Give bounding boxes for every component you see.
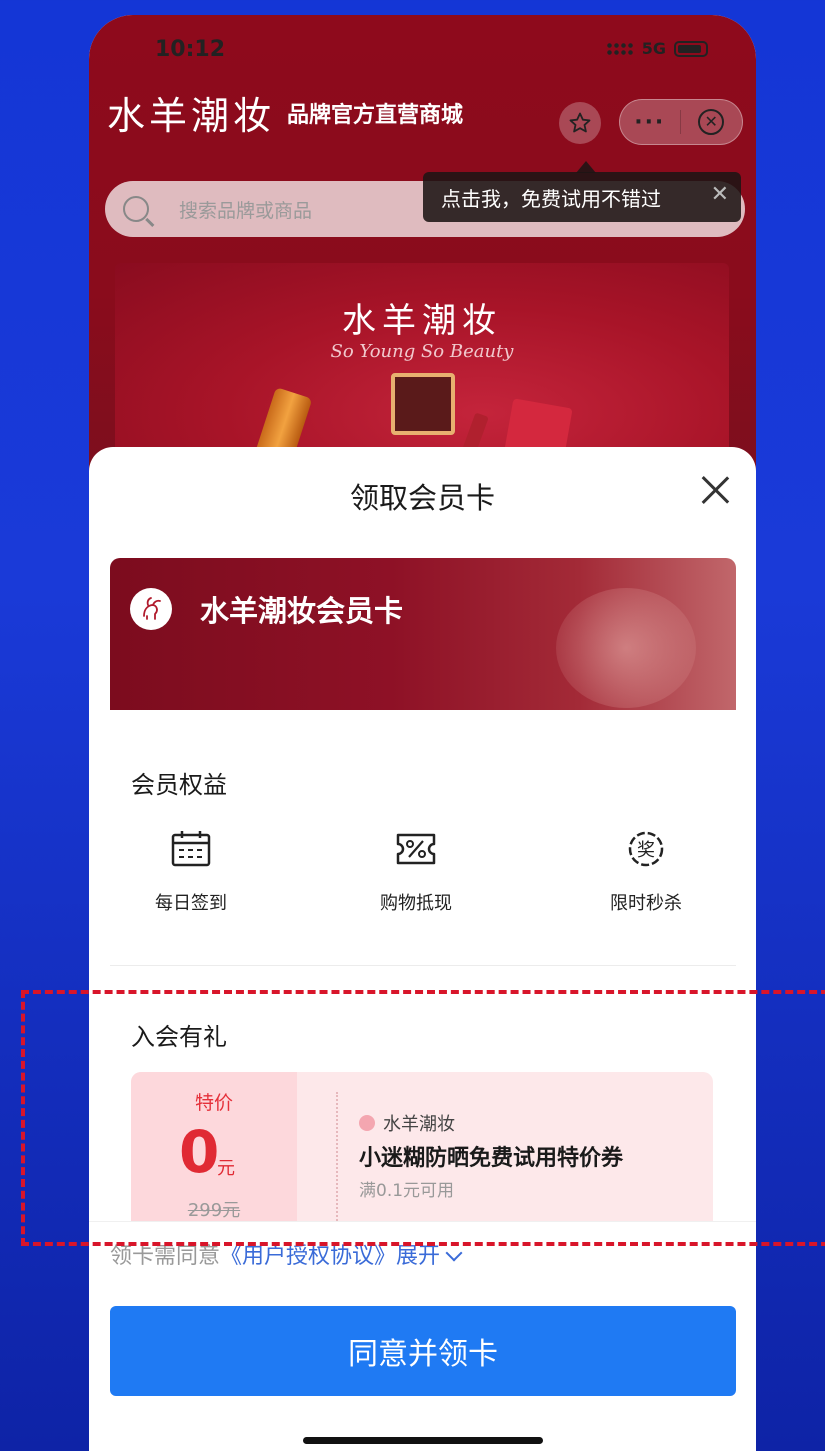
search-icon [123,196,149,222]
agreement-text: 领卡需同意《用户授权协议》展开 [110,1238,463,1270]
sheet-title: 领取会员卡 [349,481,495,515]
coupon-price-unit: 元 [217,1158,235,1179]
coupon-condition: 满0.1元可用 [359,1181,455,1201]
brand-logo: 水羊潮妆 [107,94,276,138]
coupon-original-price: 299元 [187,1200,241,1221]
favorite-button[interactable] [559,102,601,144]
coupon-title: 小迷糊防晒免费试用特价券 [359,1146,624,1171]
coupon-price: 0 [179,1118,220,1186]
brand-avatar-icon [130,588,172,630]
mini-program-capsule: ··· ✕ [619,99,743,145]
chevron-down-icon[interactable] [445,1244,463,1262]
discount-icon [396,833,436,865]
benefit-label: 每日签到 [155,893,227,914]
coupon-brand: 水羊潮妆 [359,1110,455,1136]
banner-title: 水羊潮妆 [342,301,502,341]
benefit-daily-checkin[interactable]: 每日签到 [131,829,251,915]
product-box-image [391,373,455,435]
network-label: 5G [641,39,666,58]
gift-section-title: 入会有礼 [131,1023,227,1051]
coupon-card[interactable]: 特价 0 元 299元 水羊潮妆 小迷糊防晒免费试用特价券 满0.1元可用 [131,1072,713,1232]
coupon-brand-name: 水羊潮妆 [383,1114,455,1135]
benefit-flash-sale[interactable]: 奖 限时秒杀 [586,829,706,915]
status-indicators: 5G [605,39,708,58]
coupon-tag: 特价 [194,1092,233,1114]
brand-subtitle: 品牌官方直营商城 [287,103,464,128]
tooltip-close-icon[interactable]: ✕ [711,184,729,206]
close-circle-icon: ✕ [698,109,725,135]
coupon-separator [336,1092,338,1232]
agreement-footer: 领卡需同意《用户授权协议》展开 同意并领卡 [89,1221,756,1451]
benefit-label: 限时秒杀 [610,893,682,914]
benefits-title: 会员权益 [131,771,227,799]
member-card-sheet: 领取会员卡 水羊潮妆会员卡 会员权益 每日签到 购物抵现 奖 限时秒杀 入会有礼… [89,447,756,1451]
banner-subtitle: So Young So Beauty [330,341,514,362]
agree-and-claim-button[interactable]: 同意并领卡 [110,1306,736,1396]
brand-mini-icon [359,1115,375,1131]
benefit-label: 购物抵现 [380,893,452,914]
exit-button[interactable]: ✕ [681,109,743,135]
close-icon[interactable] [700,475,730,505]
section-divider [110,965,736,966]
tooltip[interactable]: 点击我，免费试用不错过 ✕ [423,172,741,222]
search-placeholder: 搜索品牌或商品 [179,199,313,222]
tooltip-text: 点击我，免费试用不错过 [441,186,661,211]
status-time: 10:12 [155,37,226,62]
phone-screen: 10:12 5G 水羊潮妆 品牌官方直营商城 ··· ✕ 搜索品牌或商品 点击我… [89,15,756,1451]
battery-icon [674,40,708,57]
member-card: 水羊潮妆会员卡 [110,558,736,710]
signal-icon [605,41,634,56]
agreement-prefix: 领卡需同意 [110,1244,221,1269]
card-name: 水羊潮妆会员卡 [200,594,404,628]
calendar-icon [171,831,211,867]
benefits-list: 每日签到 购物抵现 奖 限时秒杀 [131,829,711,929]
app-background: 10:12 5G 水羊潮妆 品牌官方直营商城 ··· ✕ 搜索品牌或商品 点击我… [89,15,756,515]
home-indicator[interactable] [303,1437,543,1444]
agreement-link[interactable]: 《用户授权协议》展开 [220,1244,440,1269]
status-bar: 10:12 5G [89,15,756,75]
more-button[interactable]: ··· [620,110,680,135]
svg-text:奖: 奖 [637,840,655,861]
prize-icon: 奖 [628,831,664,867]
benefit-shopping-cashback[interactable]: 购物抵现 [356,829,476,915]
star-icon [569,112,591,133]
